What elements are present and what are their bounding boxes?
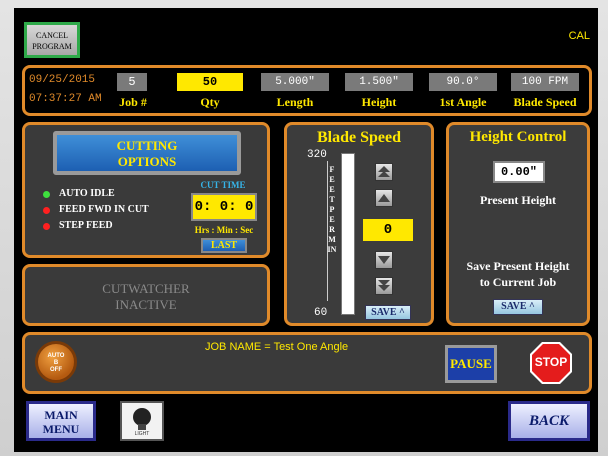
stop-button[interactable]: STOP — [529, 341, 573, 385]
height-control-title: Height Control — [469, 129, 567, 145]
speed-down-button[interactable] — [375, 251, 393, 269]
last-button[interactable]: LAST — [201, 238, 247, 253]
blade-speed-title: Blade Speed — [316, 129, 401, 146]
first-angle-field[interactable]: 90.0° — [429, 73, 497, 91]
cutting-options-button[interactable]: CUTTING OPTIONS — [53, 131, 241, 175]
job-info-bar: 09/25/2015 07:37:27 AM 5 Job # 50 Qty 5.… — [22, 65, 592, 116]
down-arrow-icon — [378, 256, 390, 264]
save-height-text-1: Save Present Height — [466, 259, 570, 273]
cutting-options-line2: OPTIONS — [117, 154, 177, 169]
blade-speed-save-button[interactable]: SAVE ^ — [365, 305, 411, 320]
job-status-bar: AUTO B OFF JOB NAME = Test One Angle PAU… — [22, 332, 592, 394]
job-name-readout: JOB NAME = Test One Angle — [205, 341, 349, 353]
job-number-label: Job # — [119, 95, 147, 109]
cut-time-readout: 0: 0: 0 — [191, 193, 257, 221]
speed-up-fast-button[interactable] — [375, 163, 393, 181]
hmi-screen: CANCEL PROGRAM CAL 09/25/2015 07:37:27 A… — [14, 8, 598, 452]
auto-off-button[interactable]: AUTO B OFF — [35, 341, 77, 383]
up-arrow-icon — [378, 194, 390, 202]
light-label: LIGHT — [134, 431, 150, 437]
cancel-program-label-2: PROGRAM — [32, 42, 72, 51]
feed-fwd-indicator — [43, 207, 50, 214]
blade-speed-field[interactable]: 100 FPM — [511, 73, 579, 91]
main-menu-button[interactable]: MAIN MENU — [26, 401, 96, 441]
present-height-label: Present Height — [479, 193, 557, 207]
cutwatcher-panel[interactable]: CUTWATCHER INACTIVE — [22, 264, 270, 326]
save-height-text-2: to Current Job — [479, 275, 557, 289]
cutwatcher-line1: CUTWATCHER — [102, 281, 190, 296]
speed-down-fast-button[interactable] — [375, 277, 393, 295]
time-readout: 07:37:27 AM — [29, 93, 102, 105]
qty-field[interactable]: 50 — [177, 73, 243, 91]
cutwatcher-line2: INACTIVE — [115, 297, 177, 312]
light-button[interactable]: LIGHT — [120, 401, 164, 441]
cal-label[interactable]: CAL — [569, 30, 590, 42]
cutting-options-panel: CUTTING OPTIONS AUTO IDLE FEED FWD IN CU… — [22, 122, 270, 258]
stop-label: STOP — [534, 355, 568, 369]
date-readout: 09/25/2015 — [29, 74, 96, 86]
main-menu-line1: MAIN — [44, 408, 78, 422]
cancel-program-button[interactable]: CANCEL PROGRAM — [24, 22, 80, 58]
auto-off-label-1: AUTO — [47, 353, 65, 359]
double-up-arrow-icon — [378, 166, 390, 177]
window-frame: CANCEL PROGRAM CAL 09/25/2015 07:37:27 A… — [0, 0, 608, 456]
job-number-field[interactable]: 5 — [117, 73, 147, 91]
auto-off-label-3: OFF — [50, 367, 62, 373]
time-units-label: Hrs : Min : Sec — [194, 225, 254, 235]
speed-up-button[interactable] — [375, 189, 393, 207]
main-menu-line2: MENU — [42, 422, 80, 436]
double-down-arrow-icon — [378, 280, 390, 291]
length-field[interactable]: 5.000" — [261, 73, 329, 91]
pause-button[interactable]: PAUSE — [445, 345, 497, 383]
blade-speed-scale: FEET PER MIN — [327, 159, 337, 309]
step-feed-option[interactable]: STEP FEED — [59, 220, 113, 231]
height-save-button[interactable]: SAVE ^ — [493, 299, 543, 315]
blade-speed-min: 60 — [314, 307, 328, 319]
height-field[interactable]: 1.500" — [345, 73, 413, 91]
length-label: Length — [276, 95, 314, 109]
blade-speed-value[interactable]: 0 — [363, 219, 413, 241]
cancel-program-label-1: CANCEL — [36, 31, 68, 40]
auto-idle-option[interactable]: AUTO IDLE — [59, 188, 115, 199]
cutting-options-line1: CUTTING — [116, 138, 178, 153]
height-control-panel: Height Control 0.00" Present Height Save… — [446, 122, 590, 326]
height-label: Height — [361, 95, 397, 109]
present-height-value: 0.00" — [493, 161, 545, 183]
blade-speed-label: Blade Speed — [513, 95, 577, 109]
blade-speed-max: 320 — [307, 149, 327, 161]
scale-text: FEET PER MIN — [327, 165, 337, 254]
cut-time-label: CUT TIME — [200, 180, 246, 190]
step-feed-indicator — [43, 223, 50, 230]
qty-label: Qty — [200, 95, 220, 109]
blade-speed-panel: Blade Speed 320 60 FEET PER MIN 0 SAVE ^ — [284, 122, 434, 326]
blade-speed-slider-track[interactable] — [341, 153, 355, 315]
back-button[interactable]: BACK — [508, 401, 590, 441]
first-angle-label: 1st Angle — [439, 95, 487, 109]
auto-off-label-2: B — [53, 360, 59, 366]
auto-idle-indicator — [43, 191, 50, 198]
feed-fwd-option[interactable]: FEED FWD IN CUT — [59, 204, 149, 215]
